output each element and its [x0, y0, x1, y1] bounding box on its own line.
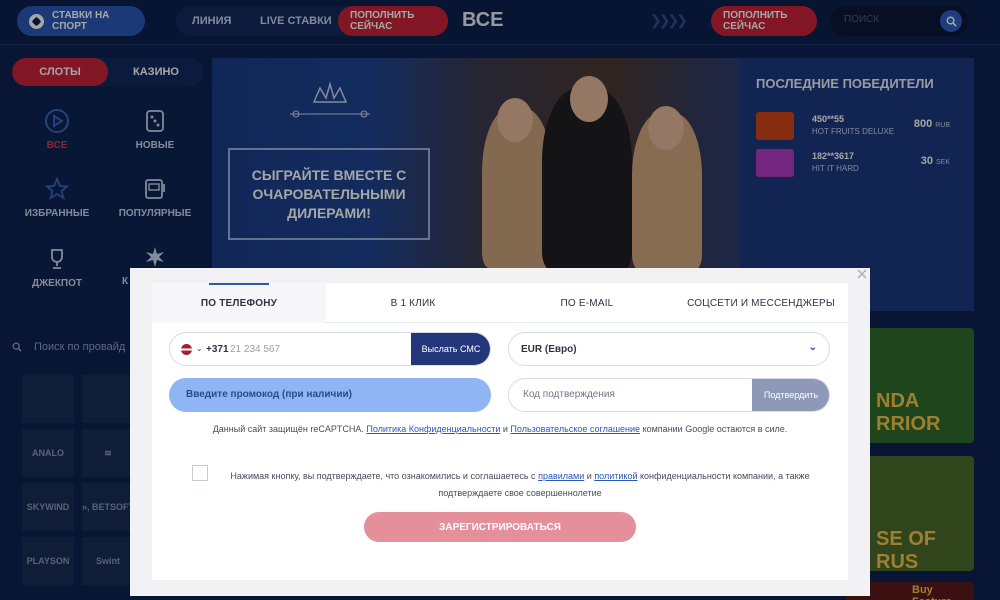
recaptcha-notice: Данный сайт защищён reCAPTCHA. Политика … — [182, 423, 818, 436]
user-agreement-link[interactable]: Пользовательское соглашение — [510, 424, 640, 434]
close-icon — [857, 269, 867, 279]
agreement-and: и — [586, 471, 592, 481]
registration-tabs: ПО ТЕЛЕФОНУ В 1 КЛИК ПО E-MAIL СОЦСЕТИ И… — [152, 283, 848, 323]
agreement-text-start: Нажимая кнопку, вы подтверждаете, что оз… — [230, 471, 536, 481]
policy-link[interactable]: политикой — [594, 471, 637, 481]
registration-form: ПО ТЕЛЕФОНУ В 1 КЛИК ПО E-MAIL СОЦСЕТИ И… — [152, 283, 848, 580]
phone-field[interactable]: ⌄ +371 21 234 567 Выслать СМС — [169, 332, 491, 366]
promo-code-placeholder: Введите промокод (при наличии) — [186, 389, 352, 400]
register-button[interactable]: ЗАРЕГИСТРИРОВАТЬСЯ — [364, 512, 636, 542]
currency-value: EUR (Евро) — [521, 344, 577, 355]
tab-by-phone[interactable]: ПО ТЕЛЕФОНУ — [152, 283, 326, 323]
captcha-and: и — [502, 424, 508, 434]
promo-code-field[interactable]: Введите промокод (при наличии) — [169, 378, 491, 412]
latvia-flag-icon[interactable] — [181, 344, 192, 355]
confirm-button[interactable]: Подтвердить — [752, 379, 829, 411]
rules-link[interactable]: правилами — [538, 471, 584, 481]
agreement-text: Нажимая кнопку, вы подтверждаете, что оз… — [230, 468, 810, 502]
confirmation-code-field[interactable]: Код подтверждения Подтвердить — [508, 378, 830, 412]
phone-prefix: +371 — [206, 344, 229, 355]
phone-placeholder: 21 234 567 — [230, 344, 281, 355]
chevron-down-icon: ⌄ — [808, 342, 817, 353]
confirmation-code-placeholder: Код подтверждения — [523, 389, 615, 400]
tab-by-email[interactable]: ПО E-MAIL — [500, 283, 674, 323]
send-sms-button[interactable]: Выслать СМС — [411, 333, 490, 365]
captcha-text: Данный сайт защищён reCAPTCHA. — [212, 424, 364, 434]
currency-select[interactable]: EUR (Евро) ⌄ — [508, 332, 830, 366]
tab-one-click[interactable]: В 1 КЛИК — [326, 283, 500, 323]
captcha-text-end: компании Google остаются в силе. — [642, 424, 788, 434]
registration-modal: ПО ТЕЛЕФОНУ В 1 КЛИК ПО E-MAIL СОЦСЕТИ И… — [130, 268, 870, 596]
chevron-down-icon[interactable]: ⌄ — [196, 344, 203, 353]
agree-checkbox[interactable] — [192, 465, 208, 481]
tab-social[interactable]: СОЦСЕТИ И МЕССЕНДЖЕРЫ — [674, 283, 848, 323]
privacy-policy-link[interactable]: Политика Конфиденциальности — [366, 424, 500, 434]
close-button[interactable] — [856, 268, 870, 282]
